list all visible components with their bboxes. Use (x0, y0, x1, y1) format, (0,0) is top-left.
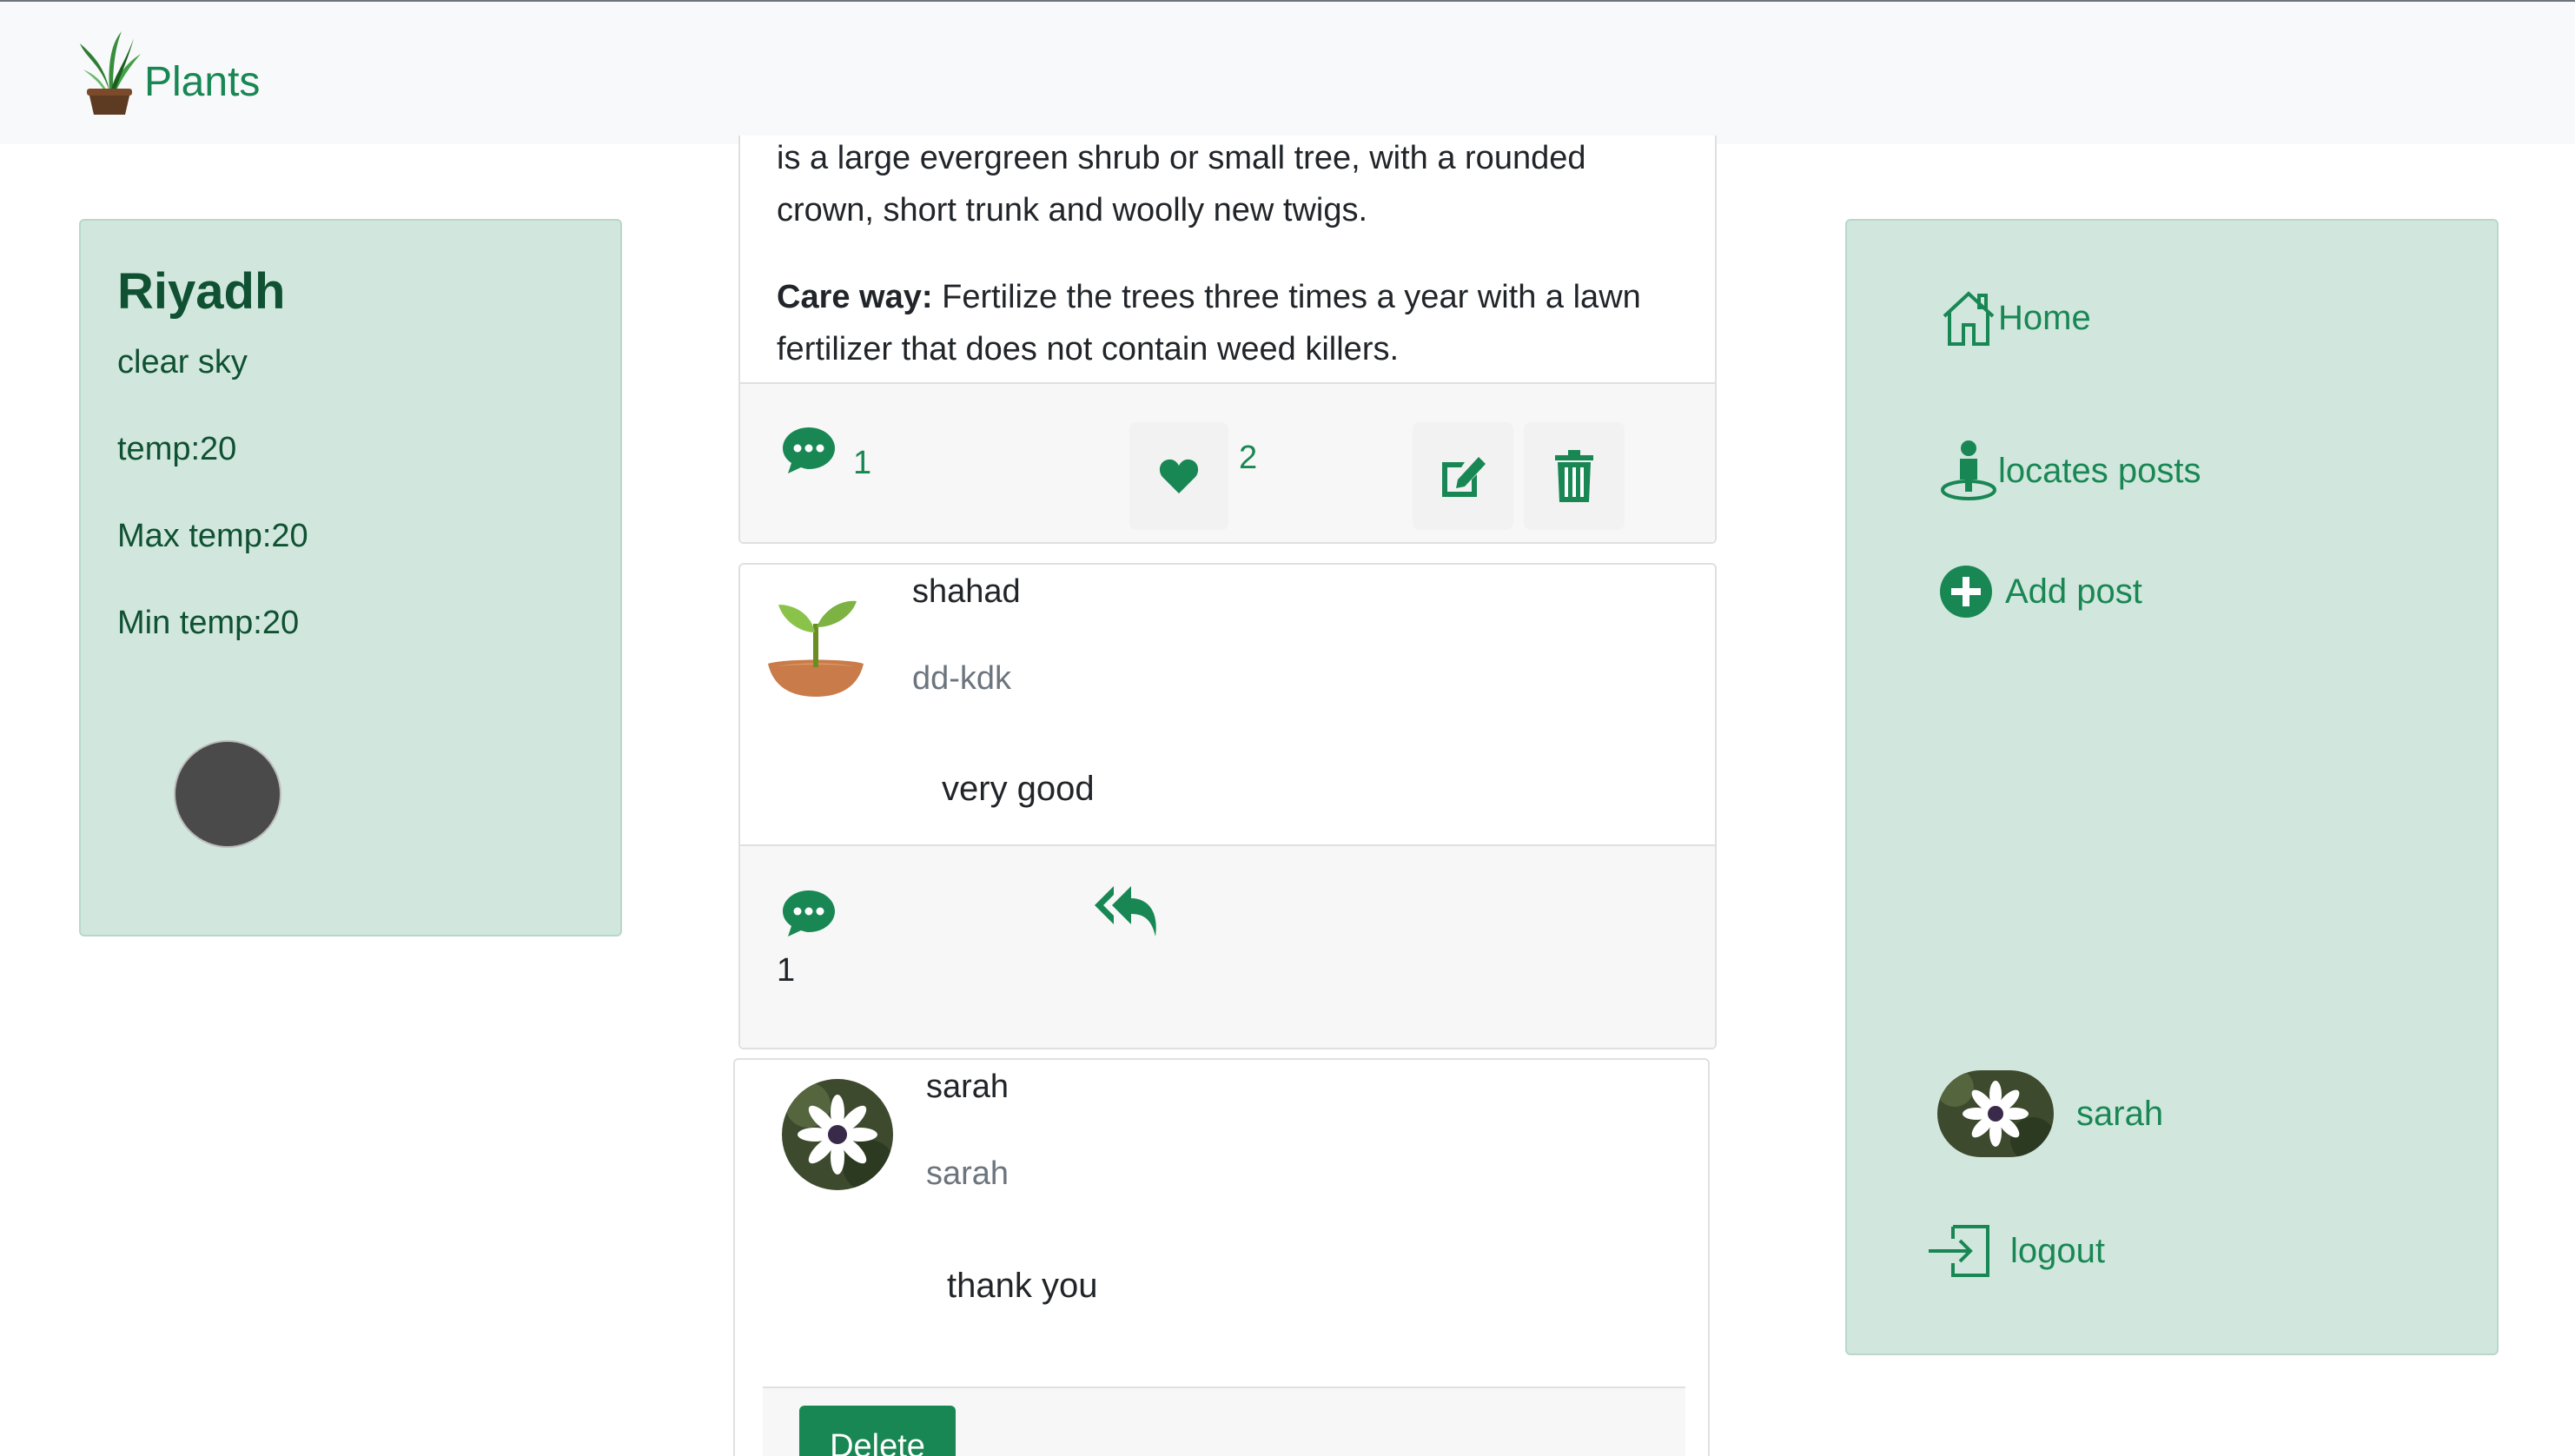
weather-min-temp: Min temp:20 (117, 605, 300, 641)
daisy-photo-icon (782, 1079, 893, 1190)
plant-logo-icon (80, 31, 141, 115)
commenter-name: shahad (912, 573, 1021, 610)
reply-count: 1 (777, 952, 796, 989)
comment-icon (783, 427, 835, 473)
navbar: Plants (0, 0, 2575, 144)
replier-name: sarah (926, 1069, 1009, 1105)
plus-circle-icon (1940, 566, 1992, 618)
edit-icon (1442, 457, 1486, 497)
sprout-icon (768, 600, 864, 697)
nav-locates-posts[interactable]: locates posts (1939, 440, 2201, 502)
post-care-line: Care way: Fertilize the trees three time… (777, 271, 1680, 323)
nav-user-profile[interactable]: sarah (1937, 1070, 2163, 1157)
commenter-avatar (766, 589, 865, 700)
post-description-line: is a large evergreen shrub or small tree… (777, 140, 1586, 176)
like-count: 2 (1239, 440, 1258, 476)
user-avatar (1937, 1070, 2054, 1157)
comment-card: shahad dd-kdk very good 1 (738, 563, 1717, 1049)
weather-description: clear sky (117, 344, 248, 381)
reply-actions: Delete (763, 1387, 1685, 1456)
comment-count: 1 (853, 445, 872, 481)
care-label: Care way: (777, 279, 933, 315)
nav-logout-label: logout (2010, 1231, 2105, 1270)
weather-temp: temp:20 (117, 431, 237, 467)
side-navigation: Home locates posts Add post sarah logout (1845, 219, 2499, 1355)
comment-actions: 1 (740, 844, 1715, 1048)
logout-icon (1929, 1225, 1989, 1277)
like-button[interactable] (1129, 422, 1228, 530)
post-card: is a large evergreen shrub or small tree… (738, 136, 1717, 544)
reply-all-button[interactable] (1093, 883, 1159, 940)
post-description-line: crown, short trunk and woolly new twigs. (777, 192, 1368, 228)
care-text: Fertilize the trees three times a year w… (932, 279, 1641, 315)
trash-icon (1555, 450, 1593, 502)
person-pin-icon (1941, 440, 1996, 500)
replier-avatar (782, 1079, 893, 1190)
nav-add-post[interactable]: Add post (1939, 565, 2142, 619)
comment-reply-button[interactable] (778, 886, 839, 940)
delete-reply-button[interactable]: Delete (799, 1406, 956, 1456)
comment-icon (783, 890, 835, 936)
brand-link[interactable]: Plants (76, 31, 260, 118)
comment-text: very good (942, 770, 1095, 808)
edit-post-button[interactable] (1413, 422, 1513, 530)
brand-name: Plants (144, 59, 261, 105)
user-name: sarah (2076, 1094, 2164, 1133)
reply-all-icon (1095, 886, 1156, 936)
comment-button[interactable] (778, 422, 839, 478)
post-feed: is a large evergreen shrub or small tree… (733, 136, 1717, 1456)
home-icon (1943, 291, 1995, 346)
reply-text: thank you (947, 1267, 1098, 1305)
weather-icon (174, 740, 281, 848)
nav-home-label: Home (1998, 298, 2091, 337)
post-care-line: fertilizer that does not contain weed ki… (777, 331, 1400, 367)
daisy-photo-icon (1937, 1070, 2054, 1157)
weather-panel: Riyadh clear sky temp:20 Max temp:20 Min… (79, 219, 622, 936)
delete-post-button[interactable] (1524, 422, 1625, 530)
nav-add-post-label: Add post (2005, 572, 2142, 611)
nav-home[interactable]: Home (1939, 288, 2091, 347)
nav-locates-posts-label: locates posts (1998, 451, 2201, 490)
reply-card: sarah sarah thank you Delete (733, 1058, 1710, 1456)
weather-max-temp: Max temp:20 (117, 518, 308, 554)
commenter-handle: dd-kdk (912, 660, 1012, 697)
heart-icon (1159, 459, 1199, 493)
nav-logout[interactable]: logout (1927, 1223, 2105, 1279)
post-actions: 1 2 (740, 382, 1715, 542)
replier-handle: sarah (926, 1155, 1009, 1192)
weather-city: Riyadh (117, 263, 286, 320)
